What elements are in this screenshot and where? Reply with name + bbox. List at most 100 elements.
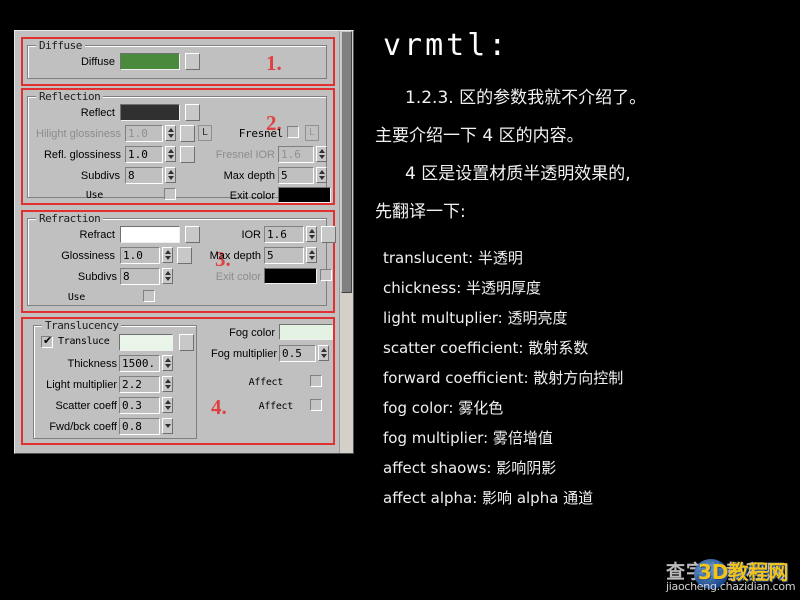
diffuse-color-swatch[interactable] [120, 53, 180, 70]
list-item: translucent: 半透明 [383, 249, 523, 267]
thickness-label: Thickness [67, 358, 117, 370]
reflection-subdivs-label: Subdivs [80, 170, 120, 182]
paragraph-2: 主要介绍一下 4 区的内容。 [375, 126, 584, 146]
light-multiplier-label: Light multiplier [46, 379, 117, 391]
screenshot-root: 1. 2. 3. 4. Diffuse Diffuse Reflection R… [0, 0, 800, 600]
fresnel-lock-button[interactable]: L [305, 125, 319, 141]
reflection-max-depth-spinner[interactable] [316, 167, 327, 183]
affect-shadows-label: Affect [248, 377, 284, 388]
hilight-glossiness-spinner[interactable] [165, 125, 176, 141]
refraction-max-depth-label: Max depth [209, 250, 261, 262]
diffuse-label: Diffuse [80, 56, 115, 68]
diffuse-group-title: Diffuse [36, 39, 85, 52]
refraction-subdivs-field[interactable]: 8 [120, 268, 160, 285]
list-item: affect shaows: 影响阴影 [383, 459, 557, 477]
hilight-glossiness-label: Hilight glossiness [36, 128, 121, 140]
fwd-bck-coeff-spinner[interactable] [162, 418, 173, 434]
list-item: affect alpha: 影响 alpha 通道 [383, 489, 594, 507]
reflect-color-swatch[interactable] [120, 104, 180, 121]
reflection-use-checkbox[interactable] [164, 188, 176, 200]
fresnel-label: Fresnel [238, 127, 284, 140]
refract-map-button[interactable] [185, 226, 200, 243]
fog-color-label: Fog color [229, 327, 275, 339]
thickness-spinner[interactable] [162, 355, 173, 371]
ior-field[interactable]: 1.6 [264, 226, 304, 243]
diffuse-map-button[interactable] [185, 53, 200, 70]
reflection-use-label: Use [85, 190, 103, 201]
list-item: forward coefficient: 散射方向控制 [383, 369, 624, 387]
fresnel-ior-field[interactable]: 1.6 [278, 146, 314, 163]
refraction-subdivs-label: Subdivs [77, 271, 117, 283]
fog-multiplier-spinner[interactable] [318, 345, 329, 361]
hilight-glossiness-map-button[interactable] [180, 125, 195, 142]
light-multiplier-field[interactable]: 2.2 [119, 376, 160, 393]
fog-multiplier-field[interactable]: 0.5 [279, 345, 316, 362]
refraction-exit-color-label: Exit color [215, 271, 261, 283]
hilight-glossiness-field[interactable]: 1.0 [125, 125, 163, 142]
refl-glossiness-map-button[interactable] [180, 146, 195, 163]
reflect-map-button[interactable] [185, 104, 200, 121]
refraction-subdivs-spinner[interactable] [162, 268, 173, 284]
scatter-coeff-spinner[interactable] [162, 397, 173, 413]
refract-label: Refract [79, 229, 115, 241]
fog-color-swatch[interactable] [279, 324, 333, 340]
reflection-group-title: Reflection [36, 90, 104, 103]
panel-content: 1. 2. 3. 4. Diffuse Diffuse Reflection R… [15, 31, 341, 453]
reflection-exit-color-label: Exit color [229, 190, 275, 202]
thickness-field[interactable]: 1500. [119, 355, 160, 372]
page-title: vrmtl: [383, 28, 510, 63]
affect-alpha-label: Affect [258, 401, 294, 412]
hilight-glossiness-lock-button[interactable]: L [198, 125, 212, 141]
refraction-exit-color-swatch[interactable] [264, 268, 317, 284]
list-item: chickness: 半透明厚度 [383, 279, 542, 297]
reflection-subdivs-spinner[interactable] [165, 167, 176, 183]
refraction-glossiness-label: Glossiness [61, 250, 115, 262]
watermark-url: jiaocheng.chazidian.com [666, 580, 796, 593]
refraction-use-checkbox[interactable] [143, 290, 155, 302]
panel-scrollbar[interactable] [339, 31, 353, 453]
translucency-group-title: Translucency [42, 319, 122, 332]
paragraph-4: 先翻译一下: [375, 202, 466, 222]
light-multiplier-spinner[interactable] [162, 376, 173, 392]
fog-multiplier-label: Fog multiplier [210, 348, 277, 360]
refraction-glossiness-field[interactable]: 1.0 [120, 247, 160, 264]
translucent-color-swatch[interactable] [119, 334, 173, 351]
translucent-checkbox[interactable] [41, 334, 53, 348]
refraction-exit-color-checkbox[interactable] [320, 269, 332, 281]
fwd-bck-coeff-label: Fwd/bck coeff [49, 421, 117, 433]
refraction-max-depth-field[interactable]: 5 [264, 247, 304, 264]
ior-label: IOR [241, 229, 261, 241]
reflection-exit-color-swatch[interactable] [278, 187, 331, 203]
paragraph-3: 4 区是设置材质半透明效果的, [405, 164, 631, 184]
refraction-use-label: Use [67, 292, 85, 303]
ior-map-button[interactable] [321, 226, 336, 243]
list-item: fog multiplier: 雾倍增值 [383, 429, 553, 447]
reflect-label: Reflect [80, 107, 115, 119]
fwd-bck-coeff-field[interactable]: 0.8 [119, 418, 160, 435]
list-item: fog color: 雾化色 [383, 399, 504, 417]
translucent-map-button[interactable] [179, 334, 194, 351]
article-column: vrmtl: 1.2.3. 区的参数我就不介绍了。 主要介绍一下 4 区的内容。… [375, 28, 793, 513]
reflection-max-depth-label: Max depth [223, 170, 275, 182]
paragraph-1: 1.2.3. 区的参数我就不介绍了。 [405, 88, 647, 108]
translation-list: translucent: 半透明 chickness: 半透明厚度 light … [375, 243, 793, 513]
fresnel-ior-label: Fresnel IOR [215, 149, 275, 161]
refraction-max-depth-spinner[interactable] [306, 247, 317, 263]
ior-spinner[interactable] [306, 226, 317, 242]
reflection-max-depth-field[interactable]: 5 [278, 167, 314, 184]
scatter-coeff-label: Scatter coeff [55, 400, 117, 412]
affect-alpha-checkbox[interactable] [310, 399, 322, 411]
list-item: light multuplier: 透明亮度 [383, 309, 568, 327]
refl-glossiness-spinner[interactable] [165, 146, 176, 162]
affect-shadows-checkbox[interactable] [310, 375, 322, 387]
scatter-coeff-field[interactable]: 0.3 [119, 397, 160, 414]
panel-scrollbar-thumb[interactable] [341, 31, 352, 293]
fresnel-ior-spinner[interactable] [316, 146, 327, 162]
refraction-glossiness-spinner[interactable] [162, 247, 173, 263]
refract-color-swatch[interactable] [120, 226, 180, 243]
refl-glossiness-field[interactable]: 1.0 [125, 146, 163, 163]
refl-glossiness-label: Refl. glossiness [43, 149, 121, 161]
fresnel-checkbox[interactable] [287, 126, 299, 138]
reflection-subdivs-field[interactable]: 8 [125, 167, 163, 184]
refraction-glossiness-map-button[interactable] [177, 247, 192, 264]
